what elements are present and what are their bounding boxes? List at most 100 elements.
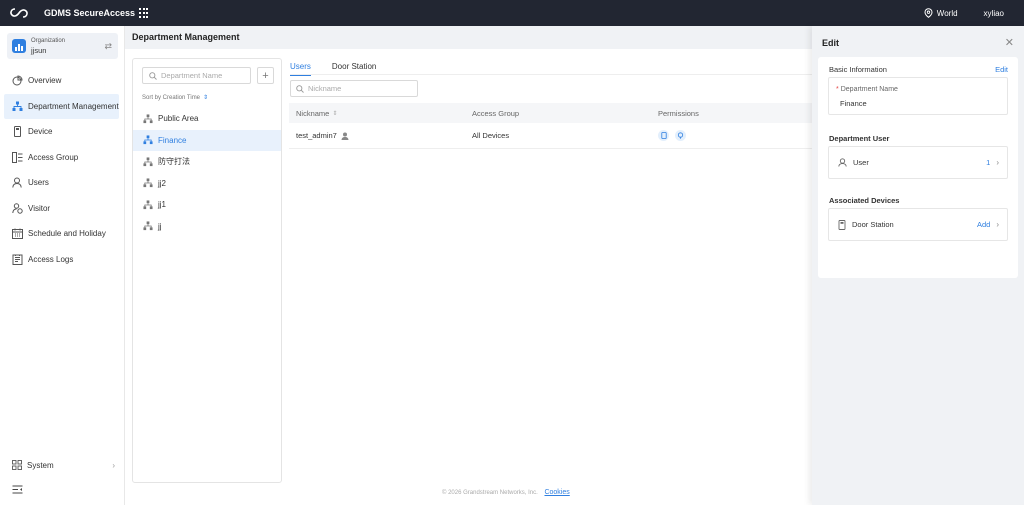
department-icon <box>143 178 153 188</box>
sidebar-item-schedule-and-holiday[interactable]: Schedule and Holiday <box>4 221 119 247</box>
user-label: User <box>853 158 869 167</box>
users-table-header: Nickname ⇕ Access Group Permissions <box>289 103 814 123</box>
system-grid-icon <box>12 460 22 470</box>
department-icon <box>143 157 153 166</box>
footer: © 2026 Grandstream Networks, Inc. Cookie… <box>442 489 570 496</box>
row-access-group: All Devices <box>472 131 510 140</box>
department-tree: Public Area Finance 防守打法 jj2 jj1 jj <box>133 108 281 237</box>
tabs-divider <box>290 74 812 75</box>
associated-devices-title: Associated Devices <box>829 196 900 205</box>
organization-icon <box>12 39 26 53</box>
cookies-link[interactable]: Cookies <box>544 489 569 496</box>
sidebar-item-system[interactable]: System › <box>4 454 119 476</box>
collapse-sidebar-icon[interactable] <box>12 485 23 496</box>
department-search-input[interactable]: Department Name <box>142 67 251 84</box>
department-item-finance[interactable]: Finance <box>133 129 281 151</box>
org-name: jjsun <box>31 46 47 55</box>
chevron-right-icon: › <box>996 220 999 229</box>
department-name: jj2 <box>158 178 167 188</box>
sidebar-item-label: Users <box>28 178 49 188</box>
department-icon <box>143 114 153 123</box>
sidebar-item-overview[interactable]: Overview <box>4 68 119 94</box>
close-icon[interactable]: ✕ <box>1005 36 1014 49</box>
sidebar-item-users[interactable]: Users <box>4 170 119 196</box>
edit-drawer: Edit ✕ Basic Information Edit * Departmen… <box>812 26 1024 505</box>
department-user-title: Department User <box>829 134 890 143</box>
sidebar-item-access-logs[interactable]: Access Logs <box>4 247 119 273</box>
calendar-icon <box>12 228 23 240</box>
sidebar-item-label: System <box>27 460 54 470</box>
swap-icon[interactable]: ⇄ <box>104 41 112 52</box>
department-tree-panel: Department Name + Sort by Creation Time … <box>132 58 282 483</box>
sort-icon: ⇕ <box>332 110 338 117</box>
user-icon <box>341 132 349 140</box>
nickname-search-input[interactable]: Nickname <box>290 80 418 97</box>
users-icon <box>12 177 22 188</box>
edit-link[interactable]: Edit <box>995 65 1008 74</box>
card-permission-icon <box>658 130 669 141</box>
logs-icon <box>12 254 23 265</box>
department-item-jj[interactable]: jj <box>133 216 281 238</box>
add-door-station-link[interactable]: Add <box>977 220 990 229</box>
user-icon <box>838 158 847 167</box>
access-group-icon <box>12 151 23 163</box>
user-menu[interactable]: xyliao <box>984 9 1004 18</box>
department-icon <box>143 221 153 231</box>
sidebar-item-label: Device <box>28 127 53 137</box>
table-row[interactable]: test_admin7 All Devices <box>289 123 814 149</box>
department-user-row[interactable]: User 1 › <box>828 146 1008 179</box>
nickname-search-placeholder: Nickname <box>308 84 342 93</box>
department-name: 防守打法 <box>158 157 190 167</box>
column-permissions: Permissions <box>658 108 699 118</box>
department-item-public-area[interactable]: Public Area <box>133 108 281 130</box>
nav-menu: Overview Department Management Device Ac… <box>4 68 119 272</box>
page-title: Department Management <box>132 32 240 42</box>
column-nickname[interactable]: Nickname ⇕ <box>296 109 337 118</box>
sidebar-item-access-group[interactable]: Access Group <box>4 145 119 171</box>
chevron-right-icon: › <box>112 460 115 470</box>
face-permission-icon <box>675 130 686 141</box>
department-name: jj1 <box>158 200 167 210</box>
department-icon <box>12 101 23 111</box>
sort-by-creation-time[interactable]: Sort by Creation Time ⇕ <box>142 94 208 102</box>
department-search-placeholder: Department Name <box>161 71 223 80</box>
department-name: Finance <box>158 135 187 145</box>
sidebar-item-visitor[interactable]: Visitor <box>4 196 119 222</box>
department-icon <box>143 135 153 145</box>
sort-label: Sort by Creation Time <box>142 94 201 101</box>
app-grid-icon[interactable] <box>139 8 149 18</box>
sidebar-item-device[interactable]: Device <box>4 119 119 145</box>
department-name: Public Area <box>158 114 199 124</box>
grandstream-logo-icon[interactable] <box>9 6 29 20</box>
department-item-3[interactable]: 防守打法 <box>133 151 281 173</box>
device-icon <box>14 126 21 138</box>
sidebar: Organization jjsun ⇄ Overview Department… <box>0 26 125 505</box>
sidebar-item-label: Department Management <box>28 101 119 111</box>
department-icon <box>143 200 153 209</box>
door-station-label: Door Station <box>852 220 894 229</box>
add-department-button[interactable]: + <box>257 67 274 84</box>
search-icon <box>296 84 304 93</box>
department-name: jj <box>158 221 162 231</box>
drawer-body: Basic Information Edit * Department Name … <box>818 57 1018 278</box>
overview-icon <box>12 75 23 86</box>
org-label: Organization <box>31 38 66 44</box>
department-item-jj1[interactable]: jj1 <box>133 194 281 216</box>
region-selector[interactable]: World <box>924 8 958 18</box>
sidebar-item-department-management[interactable]: Department Management <box>4 93 119 119</box>
sidebar-item-label: Access Group <box>28 152 79 162</box>
door-station-row[interactable]: Door Station Add › <box>828 208 1008 241</box>
app-title: GDMS SecureAccess <box>44 8 136 18</box>
row-nickname: test_admin7 <box>296 131 337 140</box>
organization-switcher[interactable]: Organization jjsun ⇄ <box>7 33 118 59</box>
top-bar: GDMS SecureAccess World xyliao <box>0 0 1024 26</box>
region-label: World <box>936 8 958 18</box>
sidebar-item-label: Visitor <box>28 203 51 213</box>
visitor-icon <box>12 203 23 214</box>
user-count: 1 <box>986 158 991 167</box>
copyright: © 2026 Grandstream Networks, Inc. <box>442 490 538 496</box>
chevron-right-icon: › <box>996 158 999 167</box>
search-icon <box>149 71 157 80</box>
department-item-jj2[interactable]: jj2 <box>133 173 281 195</box>
sidebar-item-label: Access Logs <box>28 254 74 264</box>
